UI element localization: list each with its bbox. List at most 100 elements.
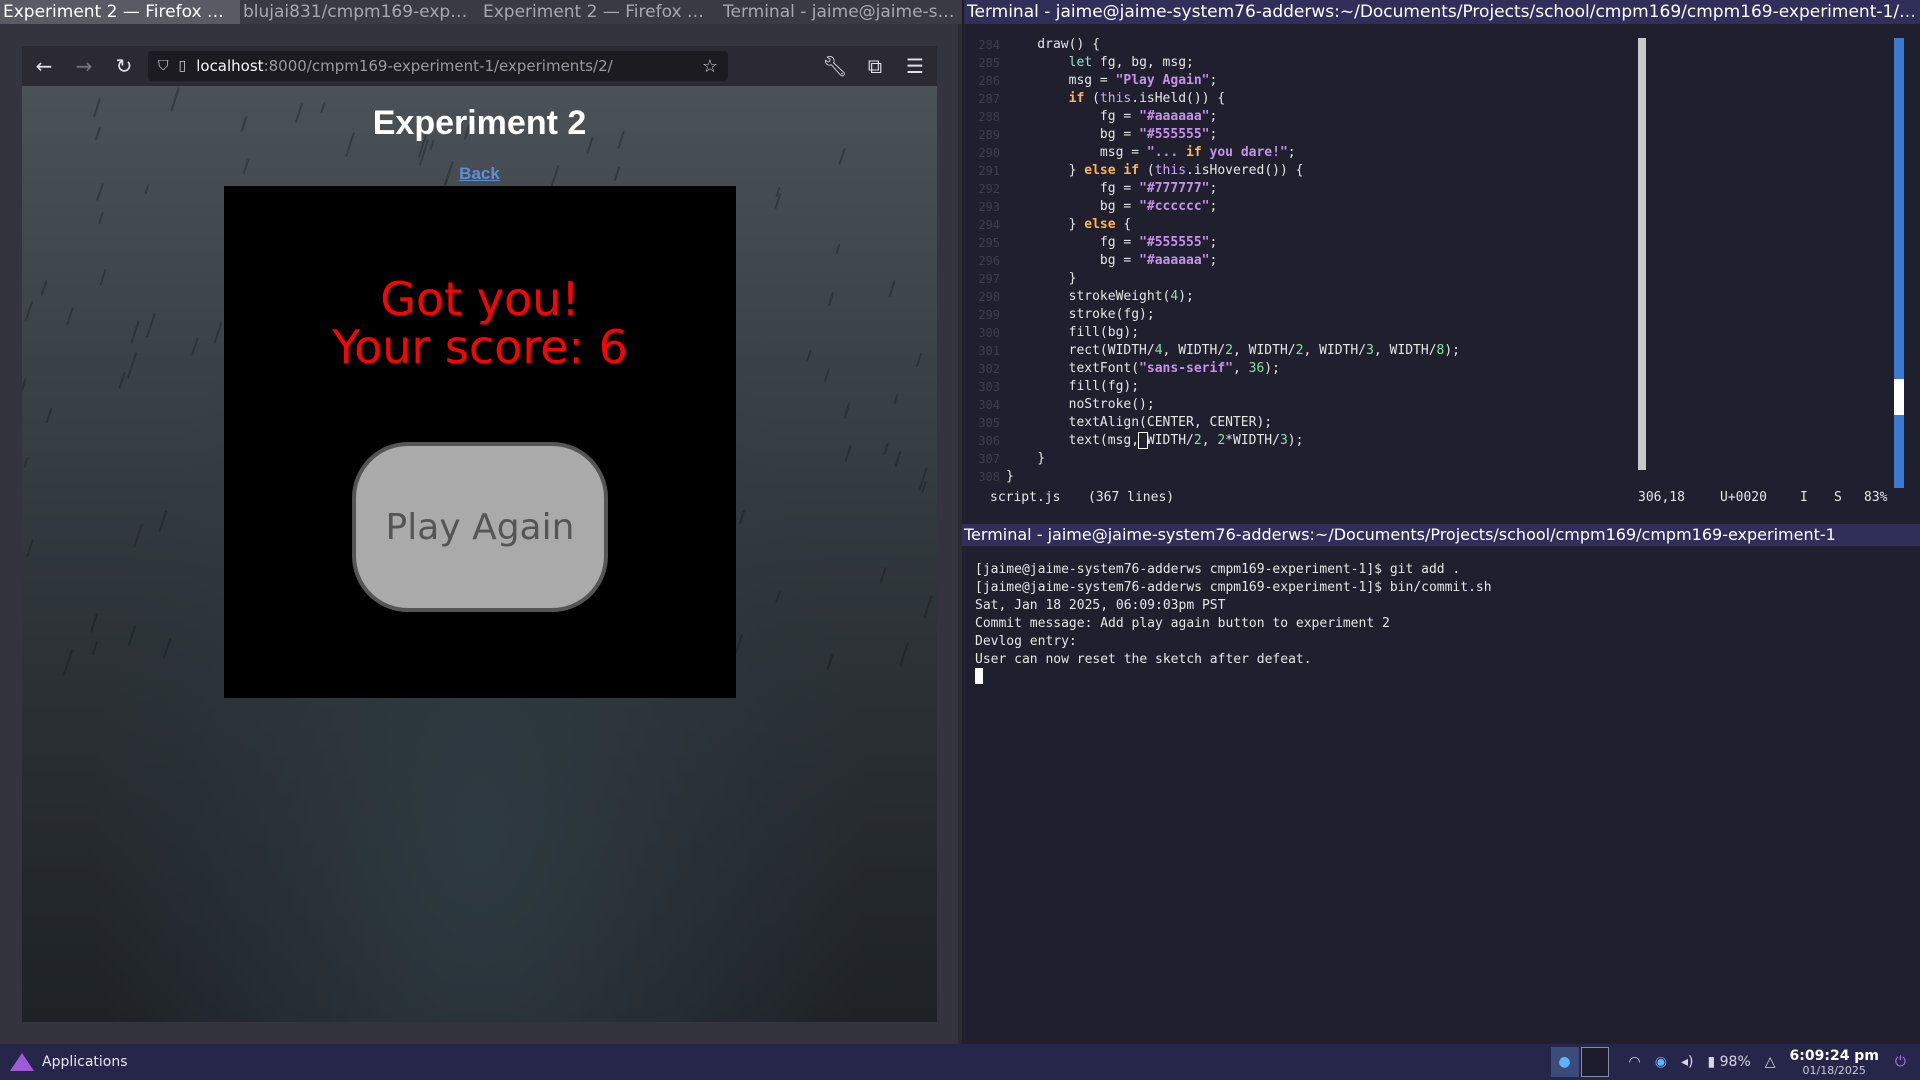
forward-button[interactable]: → bbox=[66, 50, 102, 82]
url-bar[interactable]: ⛉ ▯ localhost:8000/cmpm169-experiment-1/… bbox=[148, 51, 728, 81]
window-tab-firefox-experiment-active[interactable]: Experiment 2 — Firefox De… bbox=[0, 0, 240, 24]
editor-window-title: Terminal - jaime@jaime-system76-adderws:… bbox=[962, 0, 1920, 24]
workspace-1[interactable]: ● bbox=[1550, 1047, 1579, 1077]
rain-streak bbox=[835, 243, 841, 255]
code-line: 307 } bbox=[974, 450, 1594, 468]
menu-button[interactable]: ☰ bbox=[897, 50, 933, 82]
window-tab-github[interactable]: blujai831/cmpm169-experi… bbox=[240, 0, 480, 24]
rain-streak bbox=[62, 649, 74, 676]
taskbar: Applications ● ◠ ◉ ◂) ▮ 98% △ 6:09:24 pm… bbox=[0, 1044, 1920, 1080]
triangle-logo-icon bbox=[10, 1053, 34, 1071]
app-tray-icon[interactable]: ◉ bbox=[1655, 1054, 1667, 1070]
terminal-line: User can now reset the sketch after defe… bbox=[975, 652, 1312, 667]
rain-streak bbox=[823, 368, 831, 382]
code-text: if (this.isHeld()) { bbox=[1068, 91, 1226, 106]
status-char: U+0020 bbox=[1720, 490, 1767, 505]
back-button[interactable]: ← bbox=[26, 50, 62, 82]
page-title: Experiment 2 bbox=[372, 104, 587, 142]
game-canvas[interactable]: Got you! Your score: 6 Play Again bbox=[224, 186, 736, 698]
code-text: stroke(fg); bbox=[1006, 307, 1155, 322]
workspace-2[interactable] bbox=[1580, 1047, 1609, 1077]
code-text: bg = "#555555"; bbox=[1006, 127, 1218, 142]
code-text: rect(WIDTH/4, WIDTH/2, WIDTH/2, WIDTH/3,… bbox=[1006, 343, 1461, 358]
power-icon[interactable]: ⏻ bbox=[1895, 1054, 1906, 1070]
score-text: Your score: 6 bbox=[332, 320, 628, 374]
wrench-icon: 🔧︎ bbox=[822, 54, 848, 78]
speaker-icon[interactable]: ◂) bbox=[1681, 1054, 1694, 1070]
terminal-line: Commit message: Add play again button to… bbox=[975, 616, 1390, 631]
editor-terminal[interactable]: 284 draw() {285 let fg, bg, msg; 286 msg … bbox=[962, 24, 1920, 534]
window-tab-terminal[interactable]: Terminal - jaime@jaime-sys… bbox=[720, 0, 962, 24]
rain-streak bbox=[133, 523, 143, 548]
extensions-button[interactable]: ⧉ bbox=[857, 50, 893, 82]
line-number: 300 bbox=[978, 326, 1000, 340]
game-message: Got you! bbox=[380, 272, 580, 326]
terminal-scrollbar[interactable] bbox=[1894, 38, 1904, 488]
arrow-left-icon: ← bbox=[35, 54, 53, 78]
puzzle-icon: ⧉ bbox=[867, 54, 883, 78]
code-line: 296 bg = "#aaaaaa"; bbox=[974, 252, 1594, 270]
rain-streak bbox=[899, 642, 909, 667]
rain-streak bbox=[191, 337, 199, 356]
window-tab-firefox-experiment[interactable]: Experiment 2 — Firefox De… bbox=[480, 0, 720, 24]
url-path: :8000/cmpm169-experiment-1/experiments/2… bbox=[263, 57, 613, 75]
code-text: msg = "Play Again"; bbox=[1006, 73, 1218, 88]
rain-streak bbox=[126, 352, 138, 379]
reload-icon: ↻ bbox=[115, 54, 133, 78]
line-number: 293 bbox=[978, 200, 1000, 214]
line-number: 303 bbox=[978, 380, 1000, 394]
rain-streak bbox=[24, 301, 34, 321]
code-text: strokeWeight(4); bbox=[1006, 289, 1194, 304]
code-line: 303 fill(fg); bbox=[974, 378, 1594, 396]
terminal-scrollbar-thumb[interactable] bbox=[1894, 379, 1904, 415]
rain-streak bbox=[23, 456, 29, 469]
rain-streak bbox=[923, 595, 933, 618]
bell-icon[interactable]: △ bbox=[1765, 1054, 1776, 1070]
code-view: 284 draw() {285 let fg, bg, msg; 286 msg … bbox=[974, 36, 1594, 486]
window-tab-bar: Experiment 2 — Firefox De… blujai831/cmp… bbox=[0, 0, 1920, 24]
code-line: 290 msg = "... if you dare!"; bbox=[974, 144, 1594, 162]
shield-icon[interactable]: ⛉ bbox=[158, 58, 169, 74]
status-percent: 83% bbox=[1864, 490, 1888, 505]
line-number: 289 bbox=[978, 128, 1000, 142]
rain-streak bbox=[738, 510, 746, 524]
terminal-line: [jaime@jaime-system76-adderws cmpm169-ex… bbox=[975, 562, 1461, 577]
code-text: fill(fg); bbox=[1006, 379, 1140, 394]
rain-streak bbox=[118, 372, 126, 389]
applications-menu-button[interactable]: Applications bbox=[10, 1053, 128, 1071]
code-line: 292 fg = "#777777"; bbox=[974, 180, 1594, 198]
rain-streak bbox=[66, 307, 74, 325]
code-line: 288 fg = "#aaaaaa"; bbox=[974, 108, 1594, 126]
rain-streak bbox=[915, 353, 923, 367]
rain-streak bbox=[22, 378, 27, 396]
editor-scrollbar[interactable] bbox=[1638, 38, 1646, 470]
code-line: 306 text(msg, WIDTH/2, 2*WIDTH/3); bbox=[974, 432, 1594, 450]
rain-streak bbox=[844, 445, 852, 462]
back-link[interactable]: Back bbox=[459, 164, 500, 183]
rain-streak bbox=[162, 638, 172, 659]
hamburger-icon: ☰ bbox=[906, 54, 924, 78]
clock[interactable]: 6:09:24 pm 01/18/2025 bbox=[1790, 1048, 1879, 1077]
rain-streak bbox=[838, 148, 846, 165]
line-number: 299 bbox=[978, 308, 1000, 322]
code-line: 287 if (this.isHeld()) { bbox=[974, 90, 1594, 108]
code-text: let fg, bg, msg; bbox=[1068, 55, 1194, 70]
wifi-icon[interactable]: ◠ bbox=[1629, 1054, 1641, 1070]
clock-time: 6:09:24 pm bbox=[1789, 1047, 1879, 1064]
line-number: 292 bbox=[978, 182, 1000, 196]
code-text: textAlign(CENTER, CENTER); bbox=[1006, 415, 1273, 430]
rain-streak bbox=[89, 613, 99, 633]
line-number: 286 bbox=[978, 74, 1000, 88]
code-text: } bbox=[1006, 271, 1077, 286]
reload-button[interactable]: ↻ bbox=[106, 50, 142, 82]
line-number: 287 bbox=[978, 92, 1000, 106]
shell-terminal[interactable]: [jaime@jaime-system76-adderws cmpm169-ex… bbox=[962, 546, 1920, 1044]
clock-date: 01/18/2025 bbox=[1802, 1063, 1866, 1077]
rain-streak bbox=[213, 322, 223, 344]
webpage-content: Experiment 2 Back Got you! Your score: 6… bbox=[22, 86, 937, 1022]
code-line: 305 textAlign(CENTER, CENTER); bbox=[974, 414, 1594, 432]
tools-button[interactable]: 🔧︎ bbox=[817, 50, 853, 82]
play-again-button[interactable]: Play Again bbox=[352, 442, 608, 612]
star-icon[interactable]: ☆ bbox=[702, 56, 718, 77]
line-number: 285 bbox=[978, 56, 1000, 70]
